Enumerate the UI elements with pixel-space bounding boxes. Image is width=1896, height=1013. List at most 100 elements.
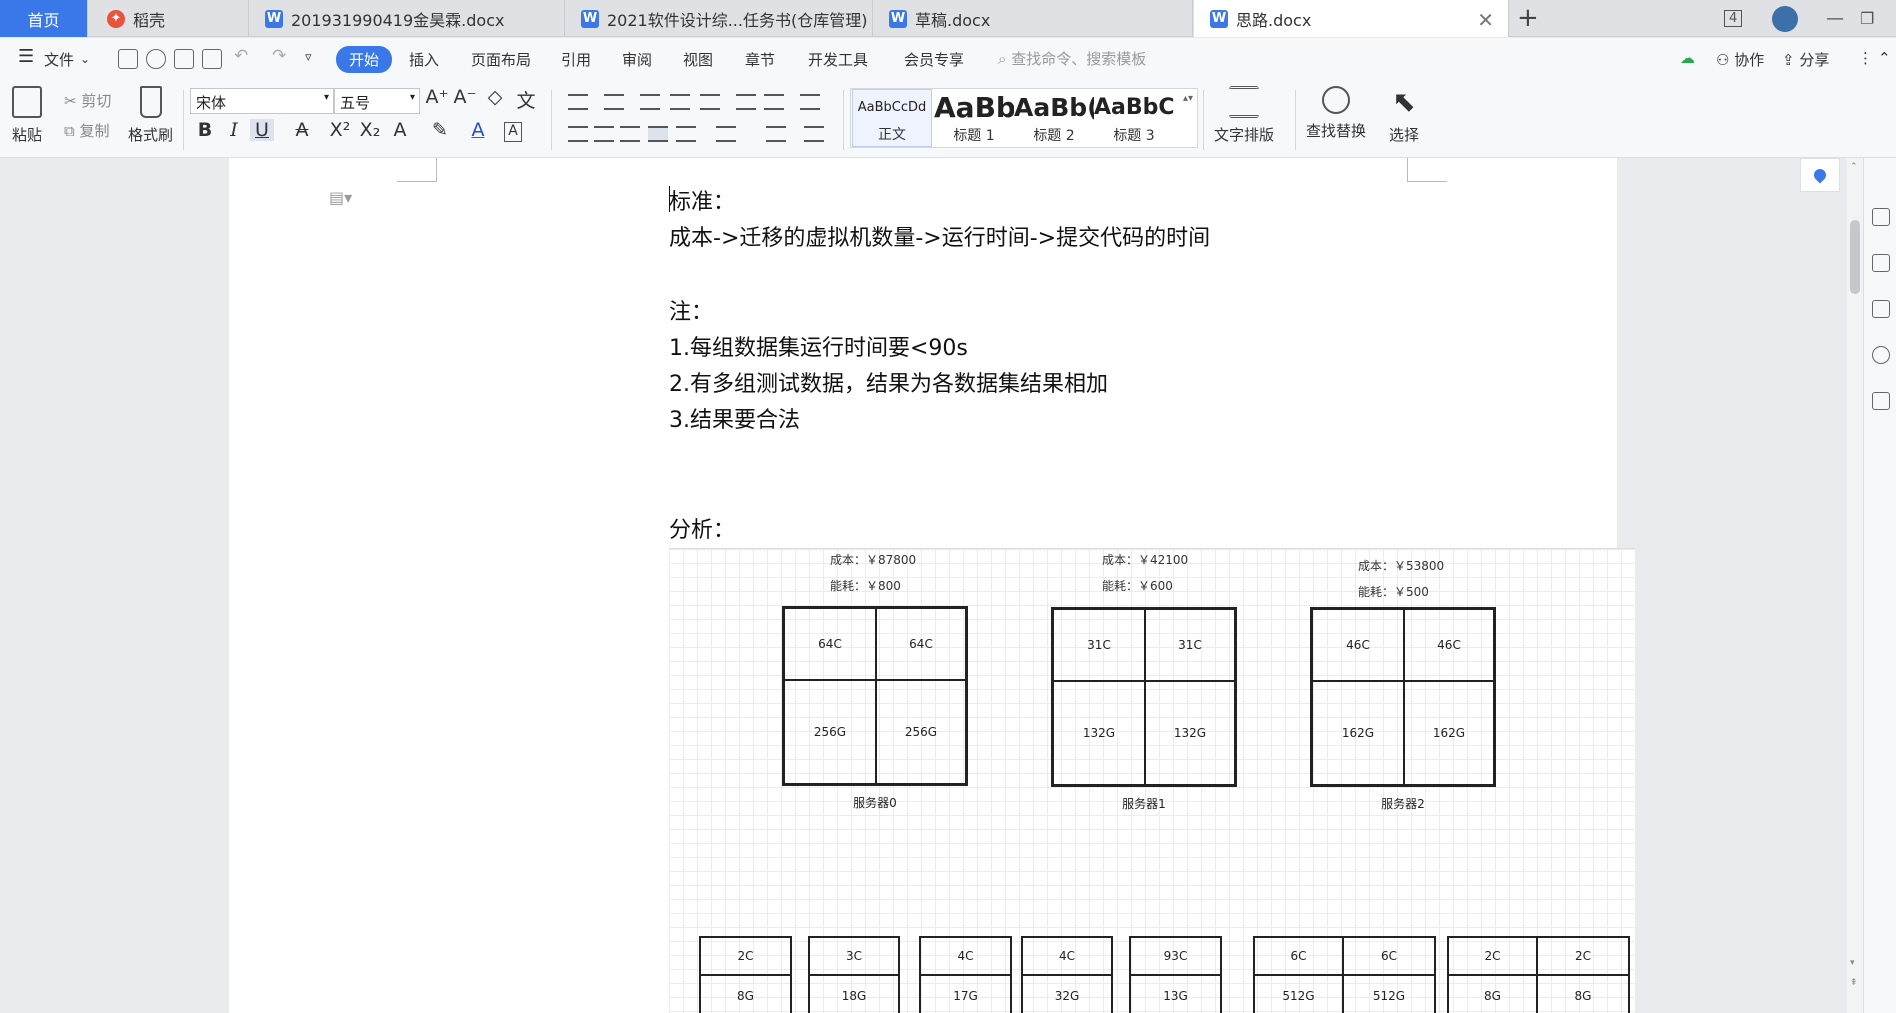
cut-button[interactable]: ✂ 剪切 (64, 90, 111, 111)
tab-doc3[interactable]: W 草稿.docx (873, 0, 1193, 37)
superscript-icon[interactable]: X² (328, 119, 352, 141)
menu-review[interactable]: 审阅 (622, 49, 652, 70)
tab-doc4[interactable]: W 思路.docx ✕ (1194, 0, 1509, 37)
convert-icon[interactable] (146, 49, 166, 69)
print-preview-icon[interactable] (202, 49, 222, 69)
clear-format-icon[interactable]: ◇ (483, 86, 507, 108)
server-vm-diagram[interactable]: 成本：￥87800 能耗：￥800 64C 64C 256G 256G 服务器0… (669, 548, 1635, 1013)
scroll-thumb[interactable] (1850, 220, 1860, 294)
document-page[interactable]: ▤▾ 标准： 成本->迁移的虚拟机数量->运行时间->提交代码的时间 注： 1.… (229, 158, 1635, 1013)
checklist-icon[interactable] (1872, 392, 1890, 410)
text-layout-button[interactable]: 文字排版 (1214, 86, 1274, 145)
chevron-down-icon[interactable]: ⌄ (80, 52, 90, 66)
find-replace-button[interactable]: 查找替换 (1306, 86, 1366, 141)
redo-icon[interactable]: ↷ (272, 46, 286, 66)
char-border-icon[interactable]: A (504, 122, 522, 142)
pinyin-icon[interactable]: 文 (514, 86, 538, 113)
shrink-font-icon[interactable]: A⁻ (453, 86, 477, 108)
shading-icon[interactable] (766, 126, 786, 142)
new-tab-plus-icon[interactable]: + (1517, 3, 1539, 33)
style-heading-2[interactable]: AaBb( 标题 2 (1014, 89, 1094, 147)
subscript-icon[interactable]: X₂ (358, 119, 382, 141)
settings-sliders-icon[interactable] (1872, 300, 1890, 318)
increase-indent-icon[interactable] (670, 94, 690, 110)
help-icon[interactable] (1872, 346, 1890, 364)
menu-start[interactable]: 开始 (336, 46, 393, 73)
align-center-icon[interactable] (594, 126, 614, 142)
style-heading-3[interactable]: AaBbC 标题 3 (1094, 89, 1174, 147)
location-pin-button[interactable] (1800, 158, 1840, 192)
menu-member[interactable]: 会员专享 (904, 49, 964, 70)
avatar[interactable] (1772, 0, 1798, 37)
vm-cpu-cell: 6C (1344, 938, 1434, 976)
hamburger-icon[interactable]: ☰ (18, 46, 34, 67)
numbered-list-icon[interactable] (604, 94, 624, 110)
command-search[interactable]: ⌕ 查找命令、搜索模板 (998, 48, 1146, 69)
scroll-down-icon[interactable]: ▾ (1850, 958, 1855, 968)
menu-insert[interactable]: 插入 (409, 49, 439, 70)
share-button[interactable]: ⇪ 分享 (1782, 49, 1829, 70)
decrease-indent-icon[interactable] (640, 94, 660, 110)
vertical-scrollbar[interactable]: ⌃ ▾ ⇞ (1847, 158, 1863, 1013)
select-cursor-icon[interactable] (1872, 254, 1890, 272)
search-icon: ⌕ (998, 50, 1007, 68)
print-icon[interactable] (174, 49, 194, 69)
vm-mem-cell: 8G (1574, 989, 1592, 1003)
style-normal[interactable]: AaBbCcDd 正文 (852, 89, 932, 147)
show-marks-icon[interactable] (764, 94, 784, 110)
format-painter-button[interactable]: 格式刷 (128, 86, 173, 145)
font-color-icon[interactable]: A (466, 119, 490, 141)
sort-icon[interactable] (736, 94, 756, 110)
highlight-icon[interactable]: ✎ (428, 119, 452, 141)
italic-icon[interactable]: I (222, 119, 246, 141)
distribute-icon[interactable] (676, 126, 696, 142)
save-icon[interactable] (118, 49, 138, 69)
font-name-select[interactable]: 宋体 ▾ (190, 88, 334, 114)
align-left-icon[interactable] (568, 126, 588, 142)
menu-file[interactable]: 文件 (44, 49, 74, 70)
bullet-list-icon[interactable] (568, 94, 588, 110)
undo-icon[interactable]: ↶ (234, 46, 248, 66)
strikethrough-icon[interactable]: A (290, 119, 314, 141)
select-button[interactable]: ⬉ 选择 (1389, 86, 1419, 145)
menu-view[interactable]: 视图 (683, 49, 713, 70)
window-count[interactable]: 4 (1724, 0, 1743, 37)
menu-layout[interactable]: 页面布局 (471, 49, 531, 70)
minimize-icon[interactable]: — (1826, 0, 1844, 37)
paragraph-tag-icon[interactable]: ▤▾ (329, 188, 352, 207)
text-effect-icon[interactable]: A (388, 119, 412, 141)
table-convert-icon[interactable] (800, 94, 820, 110)
page-nav-icon[interactable]: ⇞ (1850, 978, 1858, 988)
tab-daoke[interactable]: ✦ 稻壳 (89, 0, 249, 37)
tab-doc2[interactable]: W 2021软件设计综...任务书(仓库管理) (565, 0, 873, 37)
bold-icon[interactable]: B (193, 119, 217, 141)
edit-icon[interactable] (1872, 208, 1890, 226)
customize-quick-access-icon[interactable]: ▿ (305, 50, 312, 65)
ribbon-divider (1295, 90, 1296, 150)
restore-icon[interactable]: ❐ (1860, 0, 1874, 37)
align-justify-icon[interactable] (648, 126, 668, 142)
tab-home[interactable]: 首页 (0, 0, 88, 37)
grow-font-icon[interactable]: A⁺ (425, 86, 449, 108)
scroll-up-icon[interactable]: ⌃ (1850, 162, 1858, 172)
paste-label: 粘贴 (12, 126, 43, 144)
menu-chapter[interactable]: 章节 (745, 49, 775, 70)
align-right-icon[interactable] (620, 126, 640, 142)
tab-doc1[interactable]: W 201931990419金昊霖.docx (249, 0, 565, 37)
paste-button[interactable]: 粘贴 (12, 86, 42, 145)
text-direction-icon[interactable] (700, 94, 720, 110)
line-spacing-icon[interactable] (716, 126, 736, 142)
style-scroll-icon[interactable]: ▴▾ (1183, 93, 1193, 104)
menu-devtools[interactable]: 开发工具 (808, 49, 868, 70)
style-heading-1[interactable]: AaBb 标题 1 (934, 89, 1014, 147)
underline-icon[interactable]: U (250, 119, 274, 141)
collab-button[interactable]: ⚇ 协作 (1716, 49, 1764, 70)
copy-button[interactable]: ⧉ 复制 (64, 120, 110, 141)
borders-icon[interactable] (804, 126, 824, 142)
font-size-select[interactable]: 五号 ▾ (334, 88, 420, 114)
menu-reference[interactable]: 引用 (561, 49, 591, 70)
more-icon[interactable]: ⋮ (1858, 49, 1873, 67)
cloud-sync-icon[interactable]: ☁ (1680, 49, 1695, 67)
collapse-ribbon-icon[interactable]: ⌃ (1878, 49, 1891, 67)
close-icon[interactable]: ✕ (1477, 8, 1494, 32)
